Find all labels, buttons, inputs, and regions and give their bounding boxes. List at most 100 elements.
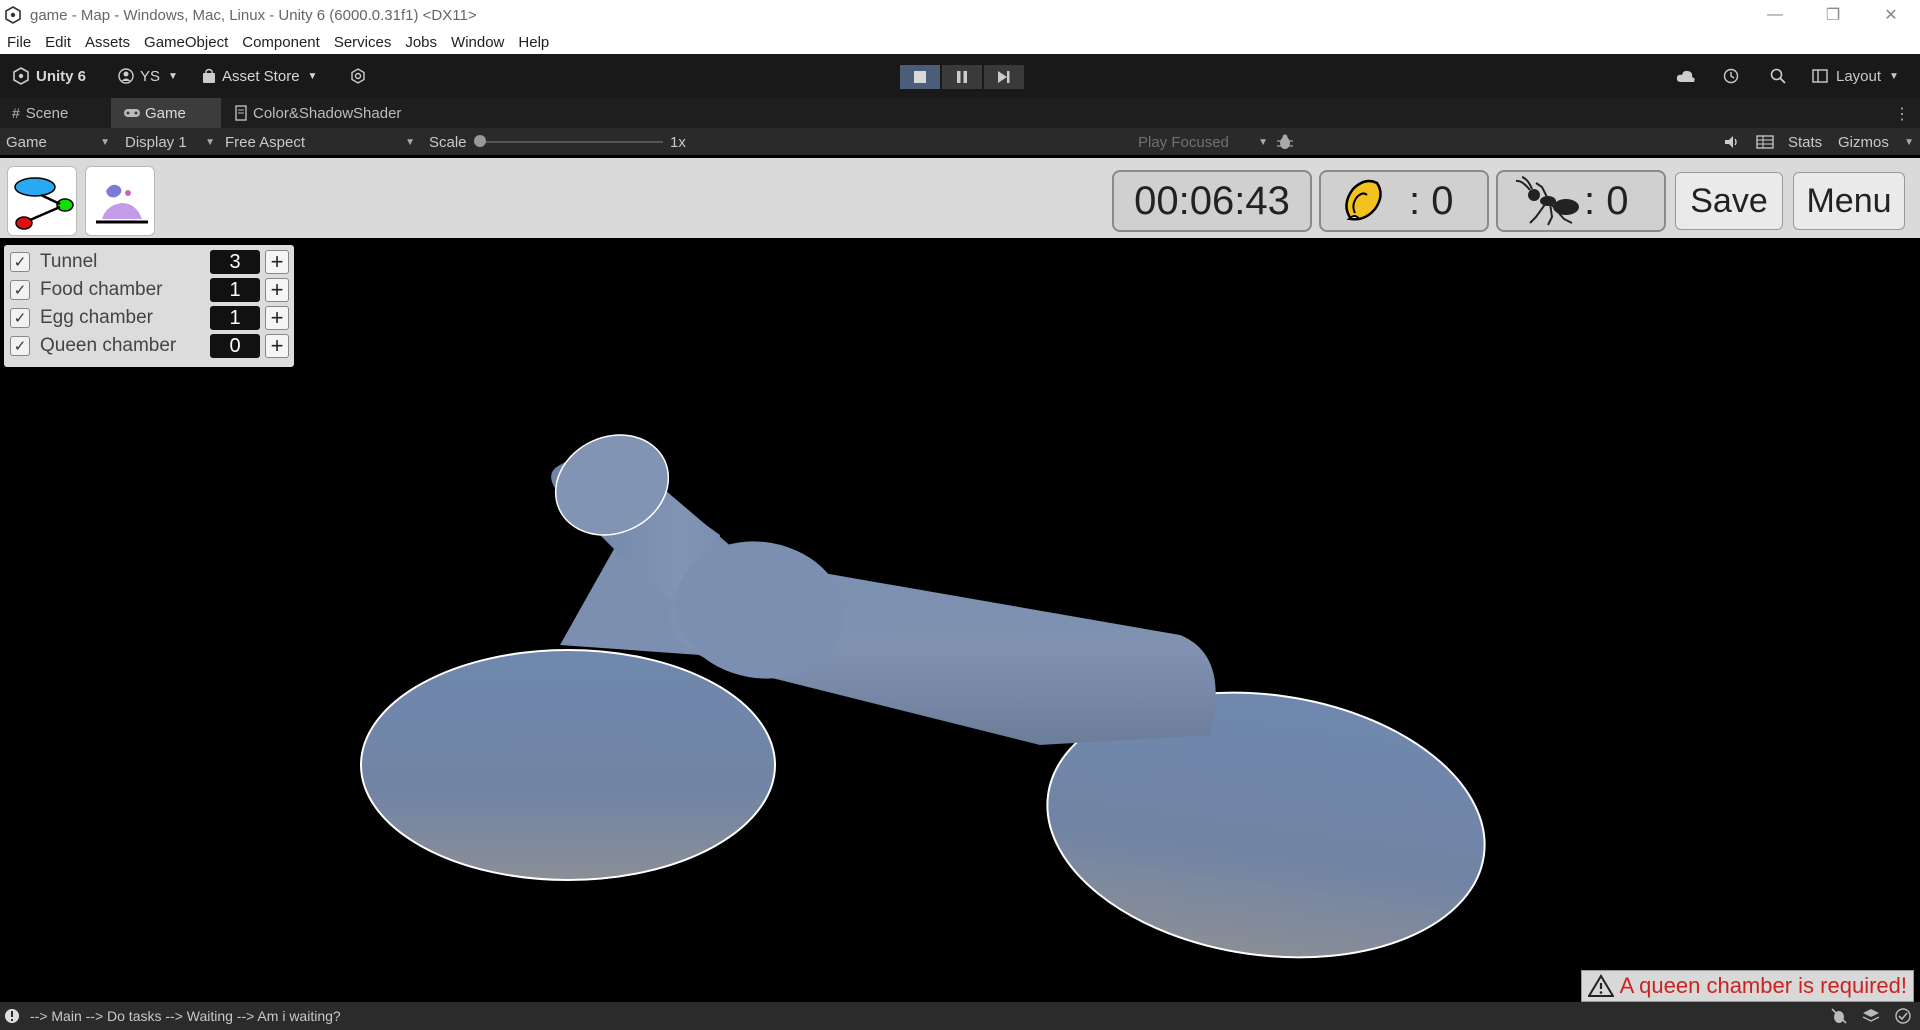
play-mode-dropdown[interactable]: Play Focused ▼: [1138, 132, 1268, 152]
speaker-icon: [1725, 136, 1737, 148]
step-button[interactable]: [984, 65, 1024, 89]
hud-top-bar: 00:06:43 : 0 : 0 Save Menu: [0, 158, 1920, 238]
view-type-dropdown[interactable]: Game ▼: [6, 132, 110, 152]
pause-icon: [957, 71, 967, 83]
chevron-down-icon: ▼: [205, 136, 215, 148]
status-bar: --> Main --> Do tasks --> Waiting --> Am…: [0, 1002, 1920, 1030]
search-icon: [1770, 68, 1786, 84]
ant-counter: : 0: [1496, 170, 1666, 232]
chevron-down-icon: ▼: [405, 136, 415, 148]
left-chamber: [360, 649, 776, 881]
unity-version-label: Unity 6: [36, 67, 87, 85]
terrain-tool-button[interactable]: [85, 166, 155, 236]
debug-off-icon[interactable]: [1830, 1007, 1848, 1025]
menu-help[interactable]: Help: [518, 34, 549, 51]
menu-services[interactable]: Services: [334, 34, 392, 51]
layout-label: Layout: [1836, 67, 1882, 85]
room-checkbox[interactable]: ✓: [10, 308, 30, 328]
step-icon: [998, 71, 1010, 83]
close-button[interactable]: ✕: [1862, 0, 1920, 30]
room-count: 1: [210, 306, 260, 330]
menu-assets[interactable]: Assets: [85, 34, 130, 51]
room-list-panel: ✓ Tunnel 3 + ✓ Food chamber 1 + ✓ Egg ch…: [4, 245, 294, 367]
account-label: YS: [140, 67, 161, 85]
room-count: 0: [210, 334, 260, 358]
aspect-dropdown[interactable]: Free Aspect ▼: [225, 132, 415, 152]
cloud-button[interactable]: [1676, 64, 1696, 88]
maximize-button[interactable]: ❐: [1804, 0, 1862, 30]
gizmos-dropdown[interactable]: Gizmos ▼: [1838, 132, 1914, 152]
warning-icon: [1587, 974, 1614, 997]
asset-store-label: Asset Store: [222, 67, 300, 85]
tab-label: Scene: [25, 104, 69, 122]
tab-shader[interactable]: Color&ShadowShader: [223, 98, 423, 128]
layout-dropdown[interactable]: Layout ▼: [1812, 64, 1899, 88]
scale-value: 1x: [670, 133, 686, 151]
unity-logo-icon: [13, 67, 29, 85]
room-checkbox[interactable]: ✓: [10, 280, 30, 300]
menu-button[interactable]: Menu: [1793, 172, 1905, 230]
services-button[interactable]: [350, 64, 372, 88]
menu-edit[interactable]: Edit: [45, 34, 71, 51]
display-dropdown[interactable]: Display 1 ▼: [125, 132, 215, 152]
room-checkbox[interactable]: ✓: [10, 336, 30, 356]
shader-icon: [235, 105, 247, 121]
room-row-egg-chamber: ✓ Egg chamber 1 +: [10, 305, 290, 331]
add-room-button[interactable]: +: [265, 250, 289, 274]
add-room-button[interactable]: +: [265, 306, 289, 330]
bug-button[interactable]: [1276, 132, 1294, 152]
play-button[interactable]: [900, 65, 940, 89]
history-button[interactable]: [1723, 64, 1739, 88]
plus-icon: +: [270, 249, 284, 274]
save-button[interactable]: Save: [1675, 172, 1783, 230]
room-checkbox[interactable]: ✓: [10, 252, 30, 272]
add-room-button[interactable]: +: [265, 278, 289, 302]
menu-window[interactable]: Window: [451, 34, 504, 51]
room-row-tunnel: ✓ Tunnel 3 +: [10, 249, 290, 275]
menu-component[interactable]: Component: [242, 34, 320, 51]
editor-tabs: # Scene Game Color&ShadowShader ⋮: [0, 98, 1920, 128]
room-row-queen-chamber: ✓ Queen chamber 0 +: [10, 333, 290, 359]
check-circle-icon[interactable]: [1894, 1007, 1912, 1025]
menu-file[interactable]: File: [7, 34, 31, 51]
checkmark-icon: ✓: [13, 282, 27, 299]
asset-store-dropdown[interactable]: Asset Store ▼: [202, 64, 317, 88]
console-message[interactable]: --> Main --> Do tasks --> Waiting --> Am…: [30, 1008, 341, 1024]
stats-layout-button[interactable]: [1756, 132, 1774, 152]
add-room-button[interactable]: +: [265, 334, 289, 358]
chevron-down-icon: ▼: [1889, 70, 1899, 82]
game-viewport[interactable]: 00:06:43 : 0 : 0 Save Menu ✓ Tunnel 3 + …: [0, 155, 1920, 1002]
stats-button[interactable]: Stats: [1788, 132, 1822, 152]
minimize-button[interactable]: —: [1746, 0, 1804, 30]
graph-tool-button[interactable]: [7, 166, 77, 236]
tab-label: Game: [145, 104, 186, 122]
tab-game[interactable]: Game: [111, 98, 221, 128]
room-name: Tunnel: [40, 251, 98, 272]
chevron-down-icon: ▼: [307, 70, 318, 82]
unity-version-button[interactable]: Unity 6: [12, 64, 86, 88]
warning-text: A queen chamber is required!: [1619, 973, 1907, 998]
ant-count: : 0: [1584, 178, 1629, 223]
scale-slider-track[interactable]: [475, 141, 663, 143]
account-dropdown[interactable]: YS ▼: [118, 64, 178, 88]
menu-gameobject[interactable]: GameObject: [144, 34, 228, 51]
warning-toast: A queen chamber is required!: [1580, 970, 1914, 1002]
more-options-icon[interactable]: ⋮: [1894, 104, 1910, 124]
gamepad-icon: [124, 109, 140, 117]
scale-slider-thumb[interactable]: [474, 135, 486, 147]
play-mode-label: Play Focused: [1138, 133, 1229, 151]
timer-display: 00:06:43: [1112, 170, 1312, 232]
search-button[interactable]: [1770, 64, 1786, 88]
layers-icon[interactable]: [1862, 1007, 1880, 1025]
account-icon: [118, 68, 134, 84]
display-label: Display 1: [125, 133, 187, 151]
cloud-icon: [1676, 70, 1695, 82]
bug-icon: [1277, 134, 1293, 149]
mute-audio-button[interactable]: [1724, 132, 1740, 152]
pause-button[interactable]: [942, 65, 982, 89]
tab-scene[interactable]: # Scene: [0, 98, 110, 128]
menu-jobs[interactable]: Jobs: [405, 34, 437, 51]
aspect-label: Free Aspect: [225, 133, 306, 151]
timer-value: 00:06:43: [1134, 178, 1290, 223]
game-view-toolbar: Game ▼ Display 1 ▼ Free Aspect ▼ Scale 1…: [0, 128, 1920, 155]
